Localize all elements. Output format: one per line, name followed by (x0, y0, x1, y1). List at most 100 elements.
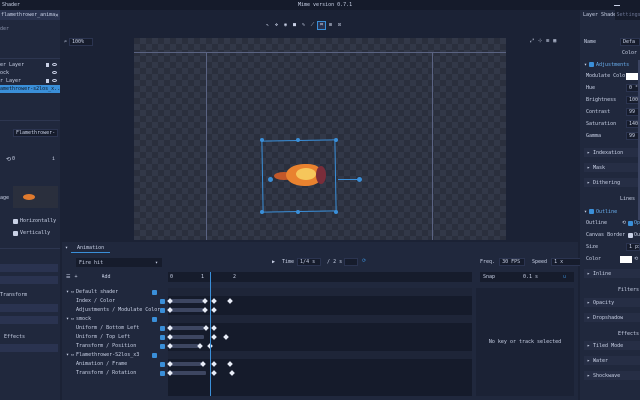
left-input-row[interactable] (0, 304, 58, 312)
eye-icon[interactable] (52, 79, 57, 82)
minimize-icon[interactable] (614, 5, 620, 6)
add-button[interactable]: Add (102, 274, 111, 280)
track-enabled-checkbox[interactable] (152, 352, 158, 358)
outline-checkbox[interactable] (589, 209, 595, 214)
outline-option-radio[interactable] (628, 220, 633, 226)
reset-icon[interactable]: ⟲ (634, 256, 638, 262)
name-field[interactable]: Defa (620, 38, 640, 46)
section-water[interactable]: ▸ Water (584, 356, 640, 365)
adjustments-checkbox[interactable] (589, 62, 595, 67)
keyframe[interactable] (203, 325, 209, 331)
track-enabled-checkbox[interactable] (160, 307, 165, 313)
tracks-icon[interactable]: ☰ (66, 274, 70, 280)
track-enabled-checkbox[interactable] (160, 325, 165, 331)
grid-tool-icon[interactable]: ⊞ (326, 21, 335, 30)
playhead[interactable] (210, 272, 211, 396)
flip-vertical-option[interactable]: Vertically (13, 230, 50, 236)
speed-field[interactable]: Speed 1 x (532, 258, 582, 266)
track-group[interactable]: ▾ ▭ Flamethrower-S2los_x3 (62, 351, 166, 359)
track-enabled-checkbox[interactable] (152, 316, 158, 322)
collapse-icon[interactable]: ▾ (65, 245, 68, 251)
ruler-tool-icon[interactable]: ⊡ (335, 21, 344, 30)
layer-row-selected[interactable]: amethrower-s2los_x... (0, 85, 60, 93)
rotation-handle[interactable] (357, 177, 362, 182)
track-enabled-checkbox[interactable] (160, 361, 165, 367)
layer-row[interactable]: r Layer (0, 77, 60, 84)
rotate-tool-icon[interactable]: ◉ (281, 21, 290, 30)
left-panel-tab[interactable]: Shader (2, 2, 20, 8)
scale-handle[interactable] (334, 138, 338, 142)
flip-vertical-checkbox[interactable] (13, 230, 18, 236)
viewport[interactable]: ↖ ✥ ◉ ■ ✎ ⟋ ⌗ ⊞ ⊡ ⌕ 100% ✛ ⊓ ⊥ ⤢ ⊹ ⊞ ▦ (62, 20, 578, 240)
zoom-control[interactable]: ⌕ 100% (64, 38, 94, 46)
layout-icon[interactable]: ▦ (553, 38, 556, 44)
fit-icon[interactable]: ⤢ (530, 38, 534, 44)
move-tool-icon[interactable]: ✥ (272, 21, 281, 30)
track-enabled-checkbox[interactable] (160, 370, 165, 376)
fps-field[interactable]: Freq. 30 FPS (480, 258, 526, 266)
select-tool-icon[interactable]: ↖ (263, 21, 272, 30)
track-row[interactable]: Transform / Rotation (62, 369, 166, 377)
section-mask[interactable]: ▸ Mask (584, 163, 640, 172)
track-row[interactable]: Uniform / Bottom Left (62, 324, 166, 332)
track-enabled-checkbox[interactable] (160, 334, 165, 340)
keyframe[interactable] (223, 334, 229, 340)
tab-layer-shader[interactable]: Layer Shader (580, 10, 615, 20)
flip-horizontal-option[interactable]: Horizontally (13, 218, 56, 224)
scale-handle[interactable] (260, 210, 264, 214)
add-icon[interactable]: + (74, 274, 77, 280)
clip-selector[interactable]: Fire hit ▾ (76, 258, 162, 267)
layer-row[interactable]: er Layer (0, 61, 60, 68)
lock-icon[interactable] (46, 62, 49, 67)
frame-tool-icon[interactable]: ⌗ (317, 20, 326, 30)
close-icon[interactable]: × (55, 12, 59, 19)
keyframe[interactable] (211, 361, 217, 367)
section-outline[interactable]: ▾ Outline (584, 207, 640, 216)
keyframe[interactable] (211, 307, 217, 313)
frame-value[interactable]: 0 (12, 156, 15, 162)
keyframe[interactable] (229, 370, 235, 376)
canvas-border-checkbox[interactable] (627, 232, 633, 238)
play-icon[interactable]: ▶ (272, 259, 275, 265)
pivot-point[interactable] (268, 177, 273, 182)
keyframe[interactable] (211, 334, 217, 340)
track-group[interactable]: ▾ ▭ smock (62, 315, 166, 323)
eye-icon[interactable] (52, 63, 57, 66)
grid-view-icon[interactable]: ⊞ (546, 38, 549, 44)
section-adjustments[interactable]: ▾ Adjustments (584, 60, 640, 69)
track-enabled-checkbox[interactable] (152, 289, 158, 295)
expand-icon[interactable]: ⊹ (538, 38, 542, 44)
bone-tool-icon[interactable]: ⟋ (308, 21, 317, 30)
scale-handle[interactable] (296, 138, 300, 142)
tab-settings[interactable]: Settings (615, 10, 640, 20)
section-shockwave[interactable]: ▸ Shockwave (584, 371, 640, 380)
zoom-field[interactable]: 100% (69, 38, 94, 46)
tab-animation[interactable]: Animation (71, 244, 111, 253)
info-icon[interactable]: i (52, 156, 55, 162)
track-row[interactable]: Index / Color (62, 297, 166, 305)
document-tab[interactable]: flamethrower_animatio... × (0, 10, 60, 20)
magnet-icon[interactable]: ∪ (563, 274, 566, 280)
track-enabled-checkbox[interactable] (160, 343, 165, 349)
section-dropshadow[interactable]: ▸ Dropshadow (584, 313, 640, 322)
track-row[interactable]: Animation / Frame (62, 360, 166, 368)
layer-row[interactable]: ock (0, 69, 60, 76)
left-input-row[interactable] (0, 276, 58, 284)
left-input-row[interactable] (0, 344, 58, 352)
flame-sprite[interactable] (274, 160, 328, 190)
section-dithering[interactable]: ▸ Dithering (584, 178, 640, 187)
pen-tool-icon[interactable]: ✎ (299, 21, 308, 30)
section-tiled-mode[interactable]: ▸ Tiled Mode (584, 341, 640, 350)
texture-name-field[interactable]: Flamethrower-S2# (13, 129, 58, 137)
scale-handle[interactable] (296, 210, 300, 214)
keyframe[interactable] (227, 298, 233, 304)
flip-horizontal-checkbox[interactable] (13, 218, 18, 224)
section-indexation[interactable]: ▸ Indexation (584, 148, 640, 157)
left-input-row[interactable] (0, 264, 58, 272)
track-enabled-checkbox[interactable] (160, 298, 165, 304)
left-input-row[interactable] (0, 316, 58, 324)
scale-handle[interactable] (334, 210, 338, 214)
time-ruler[interactable]: 0 1 2 (168, 272, 472, 282)
line-color-swatch[interactable] (620, 255, 632, 263)
section-opacity[interactable]: ▸ Opacity (584, 298, 640, 307)
